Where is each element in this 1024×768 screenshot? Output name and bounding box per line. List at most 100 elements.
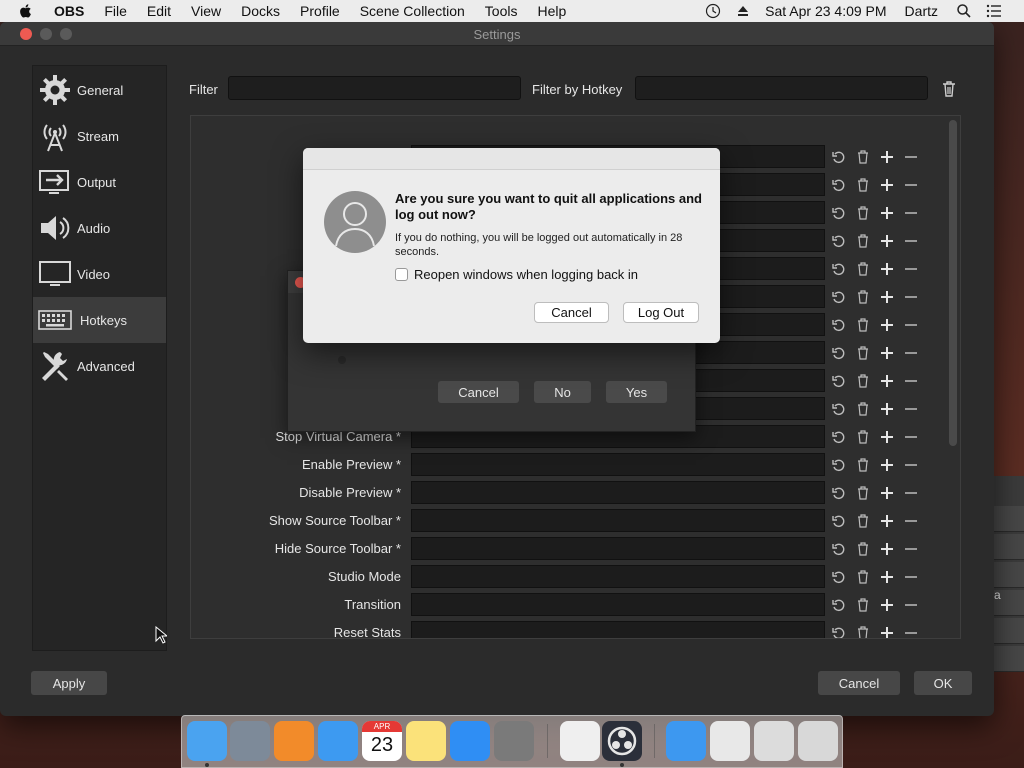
ok-button[interactable]: OK — [914, 671, 972, 695]
add-plus-icon[interactable] — [875, 203, 899, 223]
apply-button[interactable]: Apply — [31, 671, 107, 695]
filter-input[interactable] — [228, 76, 521, 100]
remove-minus-icon[interactable] — [899, 595, 923, 615]
menu-docks[interactable]: Docks — [241, 3, 280, 19]
revert-icon[interactable] — [827, 147, 851, 167]
add-plus-icon[interactable] — [875, 511, 899, 531]
hotkey-binding-input[interactable] — [411, 565, 825, 588]
dock-trash-icon[interactable] — [798, 721, 838, 761]
add-plus-icon[interactable] — [875, 231, 899, 251]
logout-cancel-button[interactable]: Cancel — [534, 302, 609, 323]
dock-downloads-icon[interactable] — [754, 721, 794, 761]
revert-icon[interactable] — [827, 539, 851, 559]
revert-icon[interactable] — [827, 203, 851, 223]
menu-help[interactable]: Help — [537, 3, 566, 19]
remove-minus-icon[interactable] — [899, 455, 923, 475]
obs-dialog-cancel-button[interactable]: Cancel — [438, 381, 519, 403]
remove-minus-icon[interactable] — [899, 623, 923, 638]
sidebar-item-video[interactable]: Video — [33, 251, 166, 297]
hotkey-binding-input[interactable] — [411, 593, 825, 616]
revert-icon[interactable] — [827, 623, 851, 638]
add-plus-icon[interactable] — [875, 427, 899, 447]
remove-minus-icon[interactable] — [899, 567, 923, 587]
clear-trash-icon[interactable] — [851, 623, 875, 638]
hotkey-binding-input[interactable] — [411, 453, 825, 476]
clear-trash-icon[interactable] — [851, 399, 875, 419]
dock-system-preferences-icon[interactable] — [494, 721, 534, 761]
menu-view[interactable]: View — [191, 3, 221, 19]
apple-icon[interactable] — [18, 3, 34, 19]
remove-minus-icon[interactable] — [899, 371, 923, 391]
clear-trash-icon[interactable] — [851, 287, 875, 307]
clear-trash-icon[interactable] — [851, 511, 875, 531]
dock-documents-icon[interactable] — [710, 721, 750, 761]
clear-trash-icon[interactable] — [851, 175, 875, 195]
revert-icon[interactable] — [827, 259, 851, 279]
log-out-button[interactable]: Log Out — [623, 302, 699, 323]
add-plus-icon[interactable] — [875, 455, 899, 475]
sidebar-item-audio[interactable]: Audio — [33, 205, 166, 251]
menu-user[interactable]: Dartz — [905, 3, 938, 19]
clear-trash-icon[interactable] — [851, 567, 875, 587]
clear-trash-icon[interactable] — [851, 455, 875, 475]
clear-trash-icon[interactable] — [851, 343, 875, 363]
menu-profile[interactable]: Profile — [300, 3, 340, 19]
remove-minus-icon[interactable] — [899, 343, 923, 363]
remove-minus-icon[interactable] — [899, 483, 923, 503]
add-plus-icon[interactable] — [875, 287, 899, 307]
obs-dialog-no-button[interactable]: No — [534, 381, 591, 403]
revert-icon[interactable] — [827, 231, 851, 251]
checkbox-box[interactable] — [395, 268, 408, 281]
notification-center-icon[interactable] — [986, 3, 1002, 19]
remove-minus-icon[interactable] — [899, 259, 923, 279]
add-plus-icon[interactable] — [875, 623, 899, 638]
revert-icon[interactable] — [827, 315, 851, 335]
dock-finder-icon[interactable] — [187, 721, 227, 761]
remove-minus-icon[interactable] — [899, 287, 923, 307]
clear-trash-icon[interactable] — [851, 483, 875, 503]
clear-trash-icon[interactable] — [851, 147, 875, 167]
revert-icon[interactable] — [827, 567, 851, 587]
add-plus-icon[interactable] — [875, 371, 899, 391]
remove-minus-icon[interactable] — [899, 511, 923, 531]
menu-file[interactable]: File — [104, 3, 127, 19]
eject-icon[interactable] — [735, 3, 751, 19]
hotkey-binding-input[interactable] — [411, 621, 825, 638]
menu-app-name[interactable]: OBS — [54, 3, 84, 19]
hotkey-binding-input[interactable] — [411, 537, 825, 560]
revert-icon[interactable] — [827, 511, 851, 531]
add-plus-icon[interactable] — [875, 567, 899, 587]
remove-minus-icon[interactable] — [899, 539, 923, 559]
sidebar-item-hotkeys[interactable]: Hotkeys — [33, 297, 166, 343]
add-plus-icon[interactable] — [875, 147, 899, 167]
filter-by-hotkey-input[interactable] — [635, 76, 928, 100]
dock-textedit-icon[interactable] — [560, 721, 600, 761]
dock-safari-icon[interactable] — [318, 721, 358, 761]
spotlight-search-icon[interactable] — [956, 3, 972, 19]
sidebar-item-advanced[interactable]: Advanced — [33, 343, 166, 389]
revert-icon[interactable] — [827, 175, 851, 195]
revert-icon[interactable] — [827, 287, 851, 307]
add-plus-icon[interactable] — [875, 175, 899, 195]
revert-icon[interactable] — [827, 455, 851, 475]
add-plus-icon[interactable] — [875, 315, 899, 335]
time-machine-icon[interactable] — [705, 3, 721, 19]
clear-trash-icon[interactable] — [851, 427, 875, 447]
obs-dialog-yes-button[interactable]: Yes — [606, 381, 667, 403]
add-plus-icon[interactable] — [875, 399, 899, 419]
revert-icon[interactable] — [827, 595, 851, 615]
revert-icon[interactable] — [827, 399, 851, 419]
clear-trash-icon[interactable] — [851, 595, 875, 615]
dock-app-store-icon[interactable] — [450, 721, 490, 761]
revert-icon[interactable] — [827, 343, 851, 363]
menu-clock[interactable]: Sat Apr 23 4:09 PM — [765, 3, 886, 19]
dock-calendar-icon[interactable]: APR 23 — [362, 721, 402, 761]
remove-minus-icon[interactable] — [899, 399, 923, 419]
dock-obs-icon[interactable] — [602, 721, 642, 761]
revert-icon[interactable] — [827, 483, 851, 503]
remove-minus-icon[interactable] — [899, 427, 923, 447]
add-plus-icon[interactable] — [875, 595, 899, 615]
clear-trash-icon[interactable] — [851, 259, 875, 279]
clear-trash-icon[interactable] — [851, 315, 875, 335]
sidebar-item-output[interactable]: Output — [33, 159, 166, 205]
